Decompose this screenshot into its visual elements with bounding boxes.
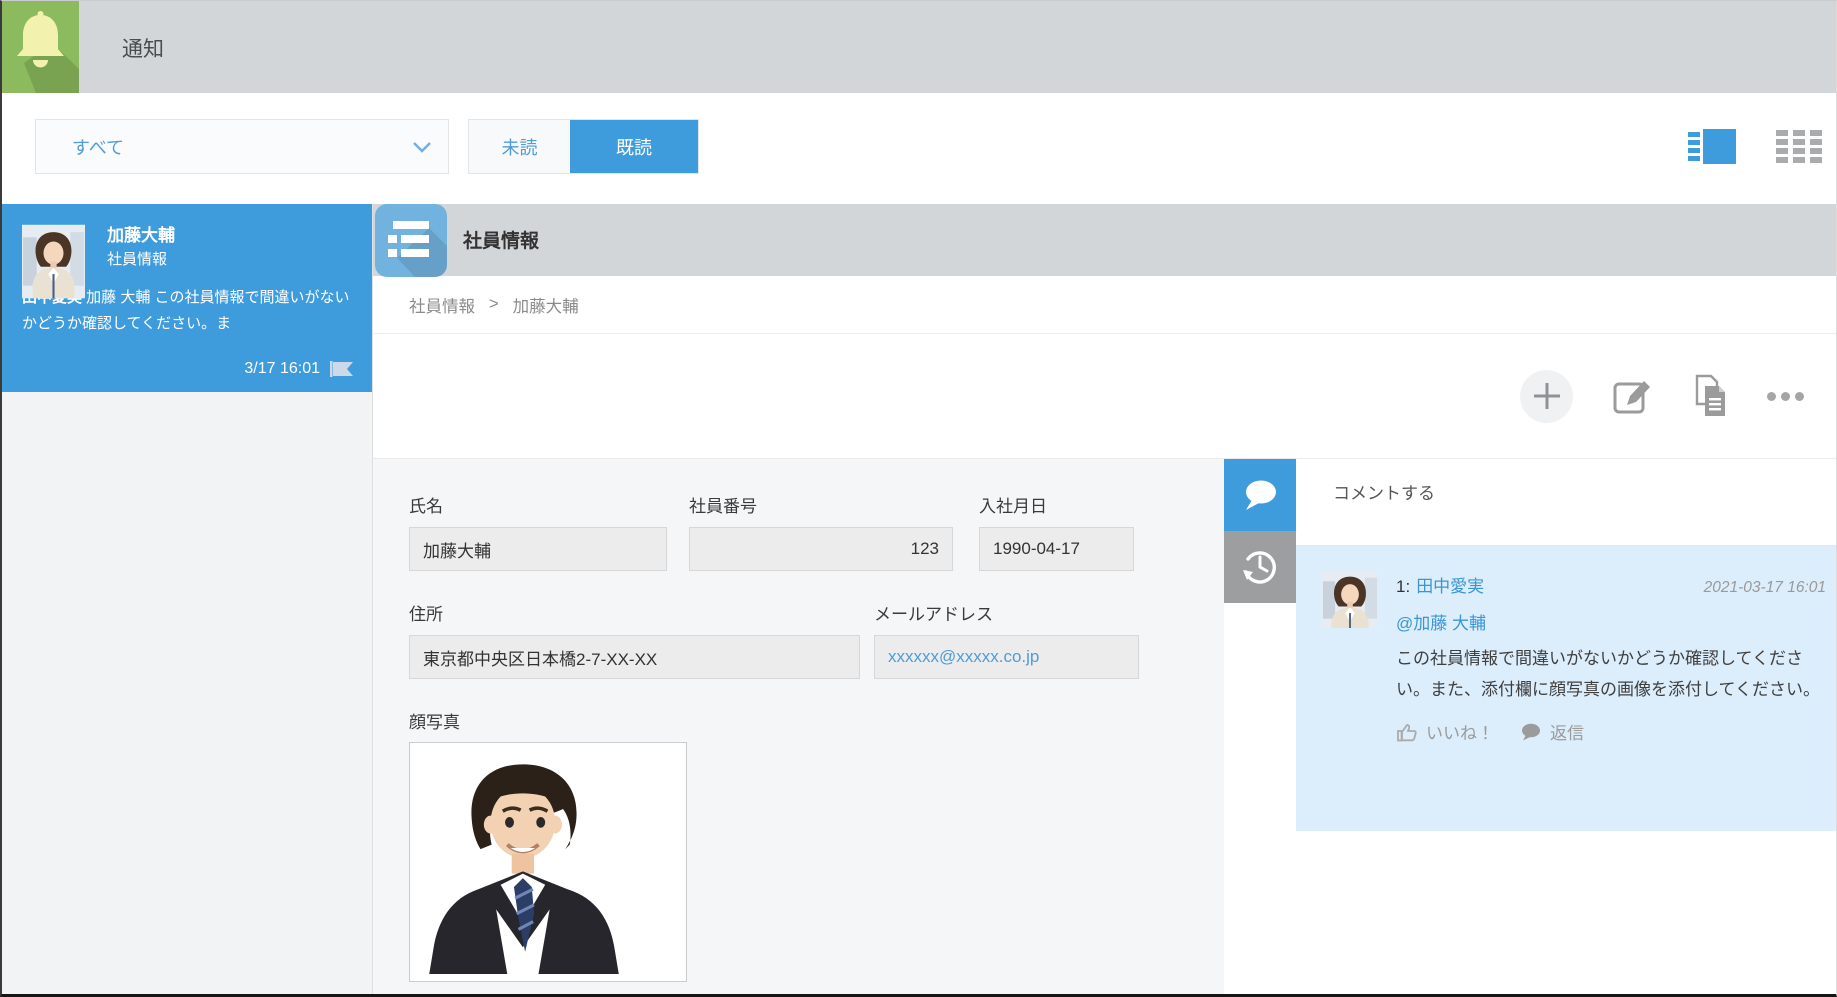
notification-item-selected[interactable]: 加藤大輔 社員情報 田中愛実 加藤 大輔 この社員情報で間違いがないかどうか確認… xyxy=(2,204,372,392)
breadcrumb-current: 加藤大輔 xyxy=(513,293,579,317)
field-value-email-link[interactable]: xxxxxx@xxxxx.co.jp xyxy=(874,635,1139,679)
breadcrumb: 社員情報 > 加藤大輔 xyxy=(373,276,1837,334)
edit-icon xyxy=(1611,375,1653,417)
ellipsis-icon xyxy=(1767,392,1776,401)
flag-icon[interactable] xyxy=(330,361,354,377)
notification-title: 加藤大輔 xyxy=(107,223,352,249)
reply-label: 返信 xyxy=(1550,719,1584,744)
field-value-address: 東京都中央区日本橋2-7-XX-XX xyxy=(409,635,860,679)
list-preview-view-button[interactable] xyxy=(1688,129,1736,164)
read-state-toggle: 未読 既読 xyxy=(468,119,699,174)
copy-icon xyxy=(1691,374,1729,418)
comment-compose-field[interactable]: コメントする xyxy=(1296,459,1837,546)
app-header: 通知 xyxy=(2,1,1836,93)
like-button[interactable]: いいね！ xyxy=(1396,719,1494,744)
comment-author-link[interactable]: 田中愛実 xyxy=(1416,572,1484,597)
add-record-button[interactable] xyxy=(1520,370,1573,423)
grid-view-button[interactable] xyxy=(1776,130,1822,163)
filter-bar: すべて 未読 既読 xyxy=(2,93,1836,204)
dropdown-selected-value: すべて xyxy=(72,134,412,160)
reply-button[interactable]: 返信 xyxy=(1520,719,1584,744)
notification-app-name: 社員情報 xyxy=(107,249,352,272)
avatar-kato xyxy=(22,224,85,299)
comment-panel: コメントする xyxy=(1296,459,1837,994)
copy-record-button[interactable] xyxy=(1691,374,1729,418)
chevron-down-icon xyxy=(412,141,432,153)
list-preview-bars xyxy=(1688,129,1700,164)
side-panel-tabs xyxy=(1224,459,1296,994)
comment-header-line: 1: 田中愛実 2021-03-17 16:01 xyxy=(1396,572,1826,597)
field-label-email: メールアドレス xyxy=(874,600,993,625)
bell-icon xyxy=(2,1,79,93)
like-label: いいね！ xyxy=(1426,719,1494,744)
notifications-app-tile[interactable] xyxy=(2,1,79,93)
field-label-address: 住所 xyxy=(409,600,443,625)
page-title: 通知 xyxy=(122,33,164,63)
employee-photo[interactable] xyxy=(418,751,630,974)
breadcrumb-separator: > xyxy=(489,295,499,314)
notification-filter-dropdown[interactable]: すべて xyxy=(35,119,449,174)
field-value-name: 加藤大輔 xyxy=(409,527,667,571)
field-label-employee-no: 社員番号 xyxy=(689,492,757,517)
notification-list: 加藤大輔 社員情報 田中愛実 加藤 大輔 この社員情報で間違いがないかどうか確認… xyxy=(2,204,373,994)
record-app-header: 社員情報 xyxy=(373,204,1837,276)
plus-icon xyxy=(1532,381,1562,411)
record-detail: 社員情報 社員情報 > 加藤大輔 xyxy=(373,204,1837,994)
list-preview-pane xyxy=(1703,129,1736,164)
field-label-name: 氏名 xyxy=(409,492,443,517)
notification-meta: 3/17 16:01 xyxy=(244,360,354,378)
reply-bubble-icon xyxy=(1520,723,1542,741)
record-form: 氏名 加藤大輔 社員番号 123 入社月日 1990-04-17 住所 東京都中… xyxy=(373,459,1224,994)
photo-attachment-box xyxy=(409,742,687,982)
avatar-tanaka xyxy=(1322,572,1378,628)
thumbs-up-icon xyxy=(1396,721,1418,743)
field-label-hire-date: 入社月日 xyxy=(979,492,1047,517)
notification-screen: 通知 すべて 未読 既読 xyxy=(0,0,1837,997)
comment-body: この社員情報で間違いがないかどうか確認してください。また、添付欄に顔写真の画像を… xyxy=(1396,644,1826,705)
record-body: 氏名 加藤大輔 社員番号 123 入社月日 1990-04-17 住所 東京都中… xyxy=(373,458,1837,994)
comment-mention-link[interactable]: @加藤 大輔 xyxy=(1396,609,1826,634)
content: 加藤大輔 社員情報 田中愛実 加藤 大輔 この社員情報で間違いがないかどうか確認… xyxy=(2,204,1836,994)
employee-app-icon xyxy=(375,204,447,277)
record-toolbar xyxy=(373,334,1837,458)
field-value-hire-date: 1990-04-17 xyxy=(979,527,1134,571)
comment-bubble-icon xyxy=(1240,477,1280,513)
history-tab[interactable] xyxy=(1224,531,1296,603)
comment-actions: いいね！ 返信 xyxy=(1396,719,1826,744)
notification-head: 加藤大輔 社員情報 xyxy=(107,223,352,271)
comments-tab[interactable] xyxy=(1224,459,1296,531)
breadcrumb-app-link[interactable]: 社員情報 xyxy=(409,293,475,317)
comment-index: 1: xyxy=(1396,577,1410,597)
record-app-title: 社員情報 xyxy=(463,226,539,253)
edit-record-button[interactable] xyxy=(1611,375,1653,417)
more-actions-button[interactable] xyxy=(1767,392,1804,401)
field-label-photo: 顔写真 xyxy=(409,708,460,733)
field-value-employee-no: 123 xyxy=(689,527,953,571)
view-toggles xyxy=(1688,119,1822,174)
comment-content: 1: 田中愛実 2021-03-17 16:01 @加藤 大輔 この社員情報で間… xyxy=(1396,572,1826,744)
history-clock-icon xyxy=(1239,546,1281,588)
notification-timestamp: 3/17 16:01 xyxy=(244,360,320,378)
unread-tab[interactable]: 未読 xyxy=(469,120,570,173)
read-tab[interactable]: 既読 xyxy=(570,120,698,173)
comment-timestamp: 2021-03-17 16:01 xyxy=(1704,579,1826,597)
comment-item: 1: 田中愛実 2021-03-17 16:01 @加藤 大輔 この社員情報で間… xyxy=(1296,546,1837,831)
